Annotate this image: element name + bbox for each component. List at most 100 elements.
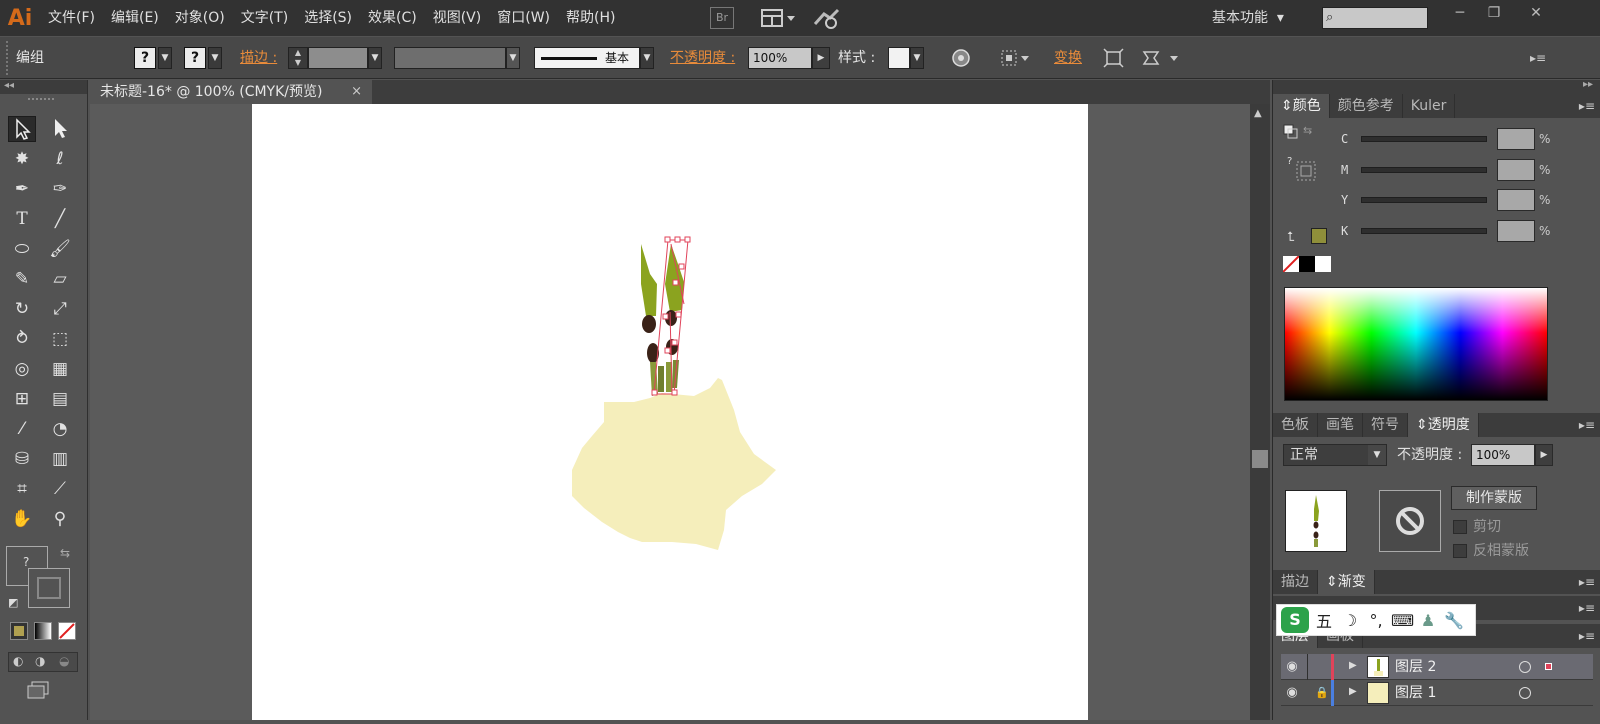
opacity-link[interactable]: 不透明度 : [670, 47, 735, 69]
tab-transparency[interactable]: ⇕透明度 [1408, 413, 1479, 437]
artboard-tool-icon[interactable]: ⌗ [8, 476, 36, 502]
target-icon[interactable] [1519, 687, 1531, 699]
pen-tool-icon[interactable]: ✒ [8, 176, 36, 202]
expand-layer-icon[interactable]: ▶ [1349, 660, 1357, 671]
draw-inside-icon[interactable]: ◒ [59, 654, 69, 668]
leaf-right[interactable] [665, 244, 684, 312]
artboard[interactable] [252, 104, 1088, 720]
slider-y-value[interactable] [1497, 189, 1535, 211]
eye-icon[interactable]: ◉ [1283, 658, 1301, 676]
tab-gradient[interactable]: ⇕渐变 [1318, 570, 1375, 594]
rotate-tool-icon[interactable]: ↻ [8, 296, 36, 322]
stroke-color-box[interactable] [28, 568, 70, 608]
hand-tool-icon[interactable]: ✋ [8, 506, 36, 532]
gradient-mode-button[interactable] [34, 622, 52, 640]
draw-behind-icon[interactable]: ◑ [35, 654, 45, 668]
gpu-performance-icon[interactable] [812, 6, 842, 30]
vertical-scrollbar[interactable]: ▲ [1250, 104, 1270, 720]
slider-k[interactable]: K % [1341, 220, 1600, 242]
menu-select[interactable]: 选择(S) [296, 0, 360, 36]
warp-tool-icon[interactable]: ⥁ [8, 326, 36, 352]
magic-wand-tool-icon[interactable]: ✸ [8, 146, 36, 172]
scrollbar-thumb[interactable] [1252, 450, 1268, 468]
screen-mode-icon[interactable] [26, 680, 52, 700]
layer-row[interactable]: ◉ 🔒 ▶ 图层 1 [1281, 680, 1593, 706]
wrench-icon[interactable]: 🔧 [1443, 611, 1465, 630]
ellipse-tool-icon[interactable]: ⬭ [8, 236, 36, 262]
minimize-button[interactable]: ─ [1442, 2, 1478, 26]
direct-selection-tool-icon[interactable] [46, 116, 74, 142]
gradient-tool-icon[interactable]: ▤ [46, 386, 74, 412]
lasso-tool-icon[interactable]: ℓ [46, 146, 74, 172]
selected-art-indicator[interactable] [1545, 663, 1552, 670]
ime-logo-icon[interactable]: S [1281, 607, 1309, 633]
close-tab-icon[interactable]: × [351, 80, 362, 104]
style-dropdown[interactable]: ▼ [910, 47, 924, 69]
menu-edit[interactable]: 编辑(E) [103, 0, 167, 36]
fill-swatch[interactable]: ? [134, 47, 156, 69]
variable-width-profile[interactable] [394, 47, 506, 69]
moon-icon[interactable]: ☽ [1339, 611, 1361, 630]
leaf-left[interactable] [641, 244, 657, 316]
slider-y-track[interactable] [1361, 197, 1487, 203]
recolor-artwork-icon[interactable] [950, 47, 972, 69]
line-tool-icon[interactable]: ╱ [46, 206, 74, 232]
search-field[interactable]: ⌕ [1322, 7, 1428, 29]
style-swatch[interactable] [888, 47, 910, 69]
stroke-dropdown[interactable]: ▼ [208, 47, 222, 69]
layer-name[interactable]: 图层 2 [1395, 654, 1436, 680]
target-icon[interactable] [1519, 661, 1531, 673]
eyedropper-tool-icon[interactable]: ⁄ [8, 416, 36, 442]
opacity-flyout-icon[interactable]: ▶ [1535, 444, 1553, 466]
color-spectrum[interactable] [1284, 287, 1548, 401]
menu-object[interactable]: 对象(O) [167, 0, 233, 36]
seed-left-top[interactable] [642, 315, 656, 333]
free-transform-tool-icon[interactable]: ⬚ [46, 326, 74, 352]
menu-view[interactable]: 视图(V) [425, 0, 490, 36]
paintbrush-tool-icon[interactable]: 🖌 [46, 236, 74, 262]
slider-k-track[interactable] [1361, 228, 1487, 234]
tools-grip[interactable] [28, 98, 54, 101]
layer-name[interactable]: 图层 1 [1395, 680, 1436, 706]
slider-c-track[interactable] [1361, 136, 1487, 142]
invert-mask-row[interactable]: 反相蒙版 [1453, 542, 1529, 560]
brush-definition[interactable]: 基本 [534, 47, 640, 69]
stroke-swatch[interactable]: ? [184, 47, 206, 69]
curvature-tool-icon[interactable]: ✑ [46, 176, 74, 202]
opacity-input[interactable]: 100% [748, 47, 812, 69]
variable-width-dropdown[interactable]: ▼ [506, 47, 520, 69]
stem-2[interactable] [658, 366, 664, 392]
menu-help[interactable]: 帮助(H) [558, 0, 623, 36]
ime-mode[interactable]: 五 [1313, 608, 1335, 632]
clip-checkbox[interactable] [1453, 520, 1467, 534]
color-panel-menu-icon[interactable]: ▸≡ [1579, 94, 1595, 118]
slider-c-value[interactable] [1497, 128, 1535, 150]
tab-swatches[interactable]: 色板 [1273, 413, 1318, 437]
tab-kuler[interactable]: Kuler [1403, 94, 1456, 118]
workspace-switcher[interactable]: 基本功能 ▾ [1212, 0, 1284, 36]
close-button[interactable]: ✕ [1518, 2, 1554, 26]
make-mask-button[interactable]: 制作蒙版 [1451, 486, 1537, 510]
default-fill-stroke-icon[interactable]: ◩ [8, 596, 18, 609]
stroke-link[interactable]: 描边 : [240, 47, 277, 69]
out-of-gamut-icon[interactable]: ⮤ [1287, 230, 1295, 245]
tab-symbols[interactable]: 符号 [1363, 413, 1408, 437]
stroke-weight-stepper[interactable]: ▲ ▼ [288, 47, 308, 69]
hill-shape[interactable] [572, 378, 776, 550]
slider-c[interactable]: C % [1341, 128, 1600, 150]
fill-stroke-mini-icon[interactable] [1283, 124, 1298, 139]
layer-row[interactable]: ◉ ▶ 图层 2 [1281, 654, 1593, 680]
align-options-icon[interactable] [998, 47, 1032, 69]
menu-effect[interactable]: 效果(C) [360, 0, 425, 36]
expand-layer-icon[interactable]: ▶ [1349, 686, 1357, 697]
slice-tool-icon[interactable]: ⟋ [46, 476, 74, 502]
eraser-tool-icon[interactable]: ▱ [46, 266, 74, 292]
menu-window[interactable]: 窗口(W) [489, 0, 558, 36]
isolate-group-icon[interactable] [1102, 47, 1126, 69]
collapse-icon[interactable]: ◂◂ [4, 80, 14, 91]
expand-dock-icon[interactable]: ▸▸ [1583, 79, 1593, 90]
scale-tool-icon[interactable]: ⤢ [46, 296, 74, 322]
control-panel-menu-icon[interactable]: ▸≡ [1530, 47, 1546, 69]
restore-button[interactable]: ❐ [1476, 2, 1512, 26]
dock-header[interactable]: ▸▸ [1273, 79, 1600, 94]
